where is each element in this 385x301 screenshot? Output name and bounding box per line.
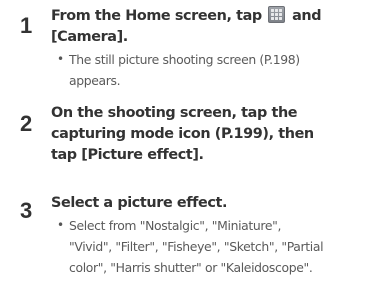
step-note: The still picture shooting screen (P.198… — [69, 52, 300, 88]
instruction-page: 1 From the Home screen, tap and [Camera]… — [0, 0, 385, 301]
step-number: 3 — [20, 198, 33, 223]
apps-grid-icon — [268, 6, 286, 23]
step-note: Select from "Nostalgic", "Miniature", "V… — [69, 218, 324, 275]
step-heading: On the shooting screen, tap the capturin… — [51, 105, 314, 163]
step-number: 2 — [20, 111, 33, 136]
bullet-marker: • — [57, 52, 65, 66]
bullet-marker: • — [57, 218, 65, 232]
step-number: 1 — [20, 13, 33, 38]
step-heading: From the Home screen, tap and [Camera]. — [51, 6, 322, 45]
step-heading: Select a picture effect. — [51, 195, 228, 211]
